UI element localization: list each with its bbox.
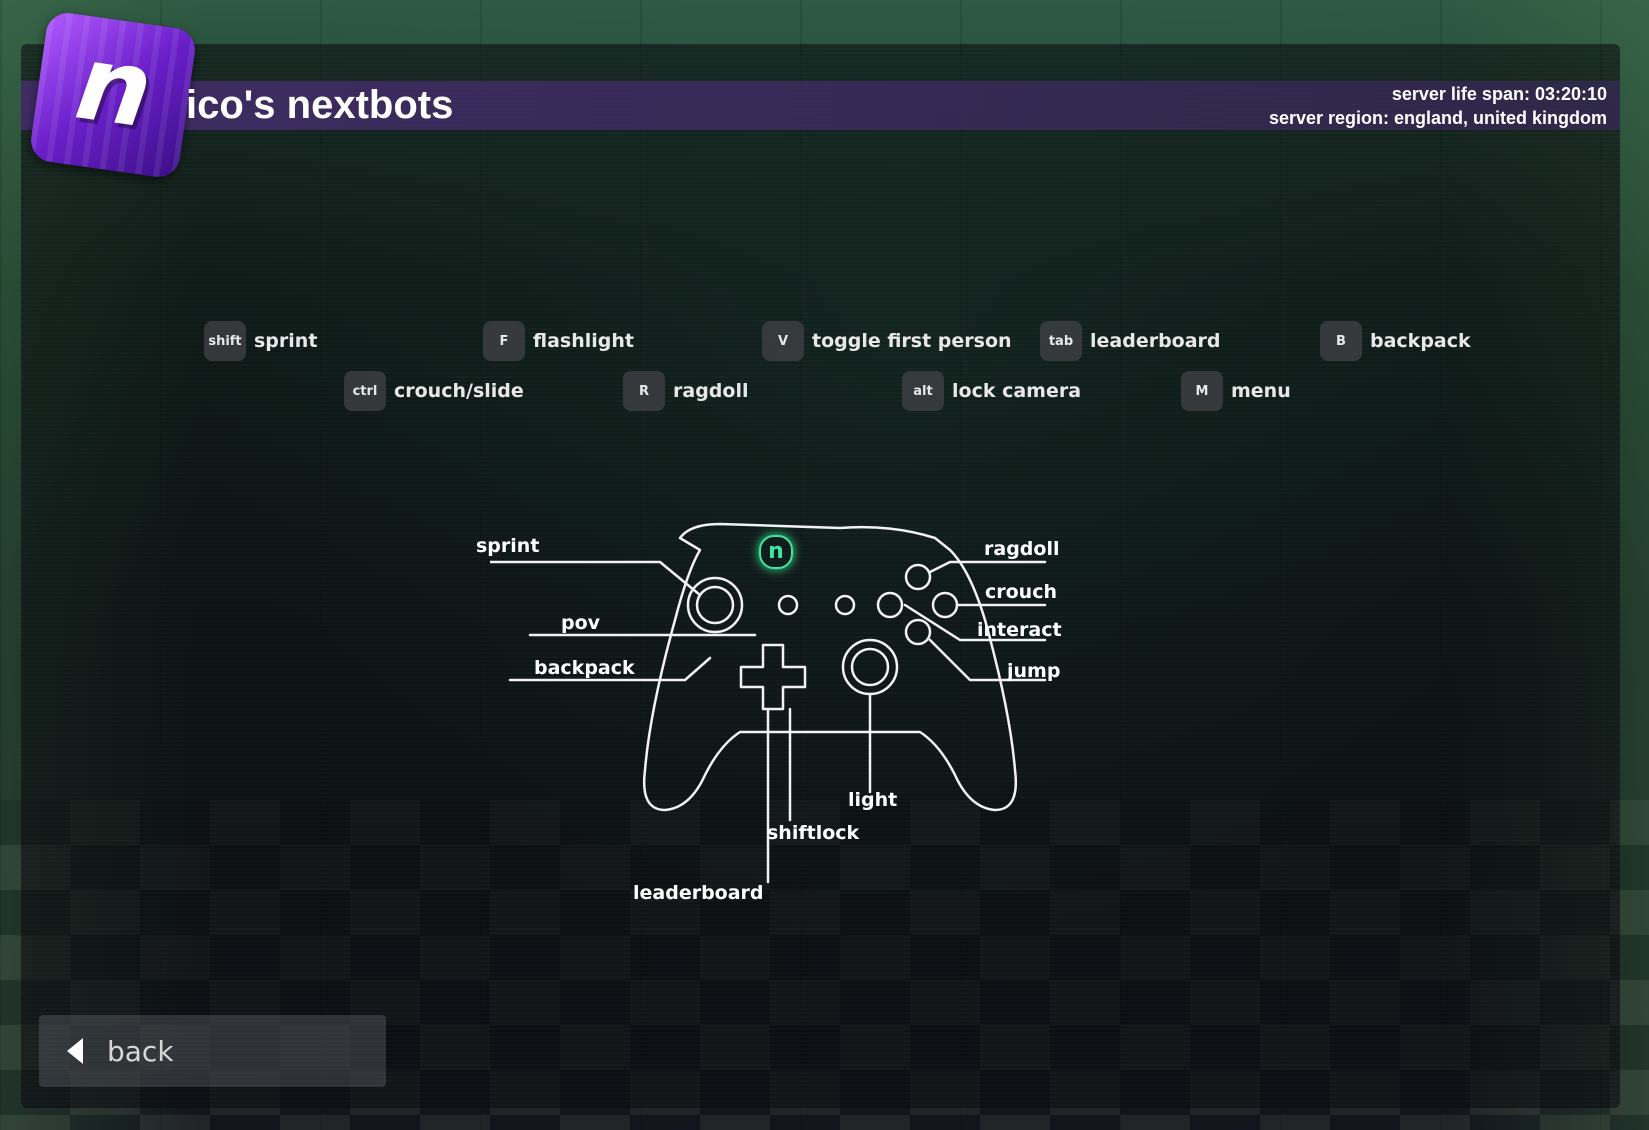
right-stick-inner (850, 647, 890, 687)
keybind-label: lock camera (952, 380, 1082, 402)
keycap-v: V (762, 321, 804, 361)
keycap-tab: tab (1040, 321, 1082, 361)
ctl-label-crouch: crouch (985, 581, 1058, 603)
left-stick-inner (695, 585, 735, 625)
logo-letter: n (69, 20, 160, 152)
keybind-ctrl: ctrl crouch/slide (344, 370, 524, 412)
keybind-label: menu (1231, 380, 1291, 402)
ctl-label-leaderboard: leaderboard (633, 882, 764, 904)
server-info: server life span: 03:20:10 server region… (1269, 82, 1607, 130)
ctl-label-ragdoll: ragdoll (984, 538, 1060, 560)
keybind-b: B backpack (1320, 320, 1471, 362)
keycap-r: R (623, 371, 665, 411)
face-button-right (931, 591, 959, 619)
keybind-alt: alt lock camera (902, 370, 1081, 412)
back-label: back (107, 1034, 174, 1068)
game-logo: n (28, 10, 198, 180)
keybind-r: R ragdoll (623, 370, 748, 412)
back-button[interactable]: back (39, 1015, 386, 1087)
keybind-label: toggle first person (812, 330, 1012, 352)
keycap-alt: alt (902, 371, 944, 411)
ctl-label-pov: pov (561, 612, 601, 634)
face-button-left (876, 591, 904, 619)
back-arrow-icon (67, 1038, 83, 1064)
face-button-top (904, 563, 932, 591)
keybind-label: flashlight (533, 330, 634, 352)
controller-logo: n (759, 535, 793, 569)
keybind-v: V toggle first person (762, 320, 1012, 362)
keybind-label: sprint (254, 330, 318, 352)
keybind-tab: tab leaderboard (1040, 320, 1221, 362)
menu-button (834, 594, 856, 616)
page-title: ico's nextbots (186, 83, 454, 127)
ctl-label-light: light (848, 789, 898, 811)
view-button (777, 594, 799, 616)
keybind-label: crouch/slide (394, 380, 524, 402)
ctl-label-interact: interact (977, 619, 1062, 641)
ctl-label-jump: jump (1007, 660, 1061, 682)
leader-ragdoll (928, 560, 1047, 574)
keycap-ctrl: ctrl (344, 371, 386, 411)
keycap-b: B (1320, 321, 1362, 361)
keybind-label: ragdoll (673, 380, 749, 402)
face-button-bottom (904, 618, 932, 646)
keybind-shift: shift sprint (204, 320, 317, 362)
ctl-label-shiftlock: shiftlock (767, 822, 860, 844)
keycap-shift: shift (204, 321, 246, 361)
server-region: server region: england, united kingdom (1268, 108, 1607, 128)
keybind-label: leaderboard (1090, 330, 1221, 352)
controller-diagram: n sprint pov backpack ragdoll crouch int… (476, 510, 1090, 910)
leader-sprint (486, 560, 702, 597)
keybind-label: backpack (1370, 330, 1471, 352)
server-life-span: server life span: 03:20:10 (1391, 84, 1607, 104)
keycap-m: M (1181, 371, 1223, 411)
keycap-f: F (483, 321, 525, 361)
keybind-f: F flashlight (483, 320, 634, 362)
controller-logo-letter: n (768, 539, 784, 564)
ctl-label-sprint: sprint (476, 535, 540, 557)
ctl-label-backpack: backpack (534, 657, 635, 679)
dpad (739, 643, 807, 711)
controller-outline (486, 522, 1047, 884)
keybind-m: M menu (1181, 370, 1291, 412)
